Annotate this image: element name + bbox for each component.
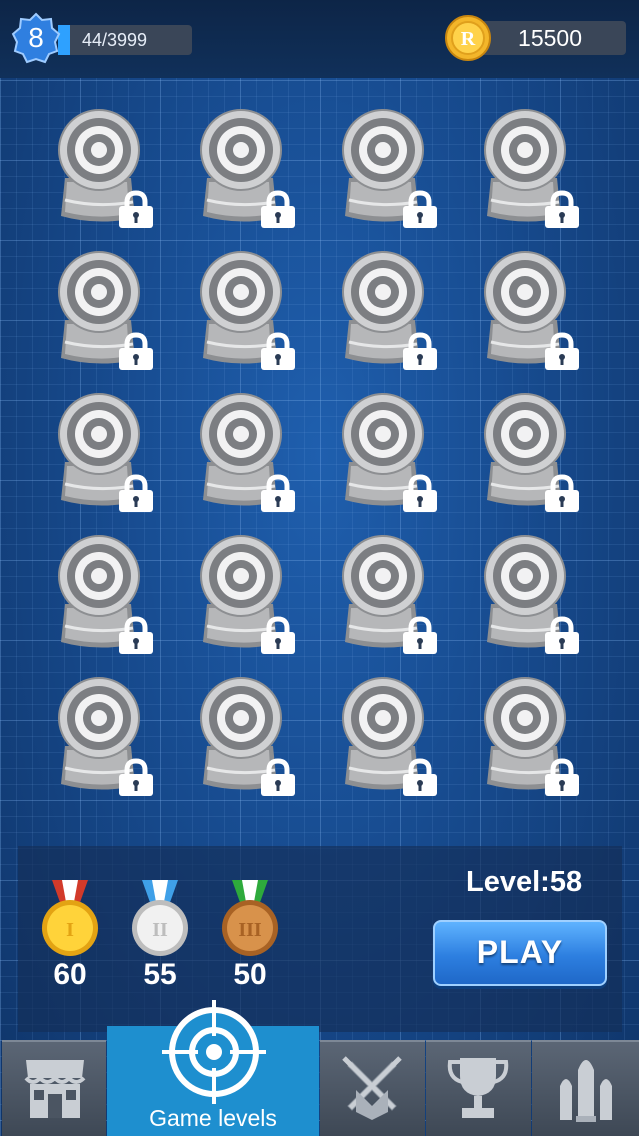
padlock-icon [403, 758, 437, 796]
medal-numeral: I [66, 919, 74, 941]
nav-tab-battle[interactable] [320, 1040, 425, 1136]
shop-icon [24, 1060, 86, 1118]
padlock-icon [261, 332, 295, 370]
medal-numeral: III [238, 919, 262, 941]
nav-tab-ammo[interactable] [532, 1040, 639, 1136]
nav-tab-trophy[interactable] [426, 1040, 531, 1136]
play-button-label: PLAY [476, 934, 564, 970]
gold-medal: I [38, 878, 102, 963]
xp-text: 44/3999 [82, 30, 148, 50]
locked-level-2[interactable] [199, 108, 309, 228]
locked-level-19[interactable] [341, 676, 451, 796]
coin-symbol: R [461, 28, 476, 50]
silver-medal-icon: II [132, 880, 188, 956]
locked-level-9[interactable] [57, 392, 167, 512]
padlock-icon [545, 758, 579, 796]
locked-level-1[interactable] [57, 108, 167, 228]
locked-level-18[interactable] [199, 676, 309, 796]
crossed-swords-icon [342, 1056, 402, 1120]
gold-medal-count: 60 [53, 958, 87, 991]
locked-level-20[interactable] [483, 676, 593, 796]
play-button[interactable]: PLAY [433, 920, 607, 986]
bullets-icon [560, 1060, 612, 1122]
medal-numeral: II [152, 919, 168, 941]
locked-level-10[interactable] [199, 392, 309, 512]
locked-level-14[interactable] [199, 534, 309, 654]
padlock-icon [119, 332, 153, 370]
locked-level-8[interactable] [483, 250, 593, 370]
padlock-icon [545, 332, 579, 370]
locked-level-7[interactable] [341, 250, 451, 370]
padlock-icon [545, 474, 579, 512]
bronze-medal: III [218, 878, 282, 963]
padlock-icon [119, 758, 153, 796]
padlock-icon [119, 190, 153, 228]
player-level: 8 [28, 22, 44, 53]
padlock-icon [545, 616, 579, 654]
nav-label-game-levels: Game levels [149, 1105, 277, 1131]
gold-medal-icon: I [42, 880, 98, 956]
coin-balance: 15500 [472, 21, 626, 55]
padlock-icon [261, 474, 295, 512]
coin-icon: R [445, 15, 491, 61]
locked-level-17[interactable] [57, 676, 167, 796]
locked-level-13[interactable] [57, 534, 167, 654]
locked-level-5[interactable] [57, 250, 167, 370]
locked-level-16[interactable] [483, 534, 593, 654]
locked-level-6[interactable] [199, 250, 309, 370]
coin-amount: 15500 [518, 25, 582, 51]
padlock-icon [119, 616, 153, 654]
bronze-medal-icon: III [222, 880, 278, 956]
silver-medal-count: 55 [143, 958, 177, 991]
locked-level-15[interactable] [341, 534, 451, 654]
padlock-icon [403, 474, 437, 512]
crosshair-icon [162, 1000, 266, 1104]
xp-progress-bar: 44/3999 [58, 25, 192, 55]
padlock-icon [261, 616, 295, 654]
nav-tab-shop[interactable] [2, 1040, 106, 1136]
bronze-medal-count: 50 [233, 958, 267, 991]
current-level-label: Level:58 [466, 866, 583, 898]
locked-level-4[interactable] [483, 108, 593, 228]
trophy-icon [447, 1058, 509, 1118]
padlock-icon [403, 190, 437, 228]
padlock-icon [261, 758, 295, 796]
padlock-icon [403, 616, 437, 654]
locked-level-3[interactable] [341, 108, 451, 228]
locked-level-11[interactable] [341, 392, 451, 512]
padlock-icon [403, 332, 437, 370]
locked-level-12[interactable] [483, 392, 593, 512]
silver-medal: II [128, 878, 192, 963]
padlock-icon [545, 190, 579, 228]
padlock-icon [119, 474, 153, 512]
padlock-icon [261, 190, 295, 228]
